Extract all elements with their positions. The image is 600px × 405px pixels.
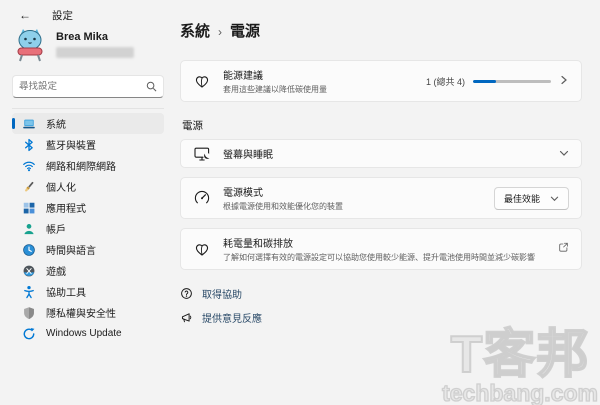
back-button[interactable]: ← [14, 6, 36, 24]
power-mode-dropdown[interactable]: 最佳效能 [493, 186, 569, 210]
breadcrumb-separator-icon: › [218, 25, 223, 39]
search-icon [146, 81, 157, 92]
dropdown-value: 最佳效能 [503, 193, 540, 204]
link-label: 取得協助 [202, 290, 242, 301]
card-subtitle: 了解如何選擇有效的電源設定可以協助您使用較少能源、提升電池使用時間並減少碳影響 [223, 253, 535, 262]
watermark-url-text: techbang.com [441, 380, 598, 405]
sidebar-item-label: 帳戶 [46, 225, 66, 236]
breadcrumb-parent[interactable]: 系統 [180, 20, 210, 41]
recommendations-count: 1 (總共 4) [425, 76, 465, 87]
wifi-icon [22, 159, 36, 173]
sidebar-item-accessibility[interactable]: 協助工具 [12, 281, 164, 302]
search-box[interactable] [12, 75, 164, 98]
give-feedback-link[interactable]: 提供意見反應 [180, 310, 262, 325]
sidebar-item-privacy-security[interactable]: 隱私權與安全性 [12, 302, 164, 323]
sidebar-item-label: 藍牙與裝置 [46, 141, 96, 152]
sidebar-item-label: 協助工具 [46, 288, 86, 299]
sidebar-item-network-internet[interactable]: 網路和網際網路 [12, 155, 164, 176]
card-title: 電源模式 [223, 188, 263, 199]
sidebar-item-label: 網路和網際網路 [46, 162, 116, 173]
monitor-moon-icon [193, 145, 211, 163]
person-icon [22, 222, 36, 236]
titlebar: ← 設定 [14, 6, 73, 24]
watermark-logo-text: T客邦 [450, 326, 590, 384]
card-subtitle: 套用這些建議以降低碳使用量 [223, 85, 327, 94]
leaf-heart-icon [193, 240, 211, 258]
shield-icon [22, 306, 36, 320]
accessibility-person-icon [22, 285, 36, 299]
clock-globe-icon [22, 243, 36, 257]
sidebar-item-label: Windows Update [46, 328, 122, 339]
update-arrows-icon [22, 327, 36, 341]
sidebar-divider [12, 108, 164, 109]
chevron-right-icon [559, 72, 569, 90]
recommendations-progress-bar [473, 79, 551, 83]
avatar [17, 29, 43, 62]
external-link-icon [557, 240, 569, 258]
sidebar-item-label: 遊戲 [46, 267, 66, 278]
sidebar-item-personalization[interactable]: 個人化 [12, 176, 164, 197]
card-title: 螢幕與睡眠 [223, 150, 273, 161]
card-title: 耗電量和碳排放 [223, 239, 293, 250]
feedback-megaphone-icon [181, 313, 192, 323]
sidebar-item-label: 個人化 [46, 183, 76, 194]
user-info: Brea Mika [56, 31, 134, 58]
power-section-label: 電源 [182, 120, 203, 132]
bluetooth-icon [22, 138, 36, 152]
sidebar-item-accounts[interactable]: 帳戶 [12, 218, 164, 239]
sidebar-item-apps[interactable]: 應用程式 [12, 197, 164, 218]
chevron-down-icon [550, 196, 559, 201]
help-circle-icon [181, 288, 192, 299]
sidebar-item-bluetooth-devices[interactable]: 藍牙與裝置 [12, 134, 164, 155]
card-title: 能源建議 [223, 71, 263, 82]
energy-carbon-card[interactable]: 耗電量和碳排放 了解如何選擇有效的電源設定可以協助您使用較少能源、提升電池使用時… [180, 228, 582, 270]
sidebar-item-label: 隱私權與安全性 [46, 309, 116, 320]
search-input[interactable] [19, 81, 146, 92]
system-icon [22, 117, 36, 131]
link-label: 提供意見反應 [202, 314, 262, 325]
main-content: 系統 › 電源 能源建議 套用這些建議以降低碳使用量 1 (總共 4) 電源 螢… [180, 20, 582, 325]
user-name: Brea Mika [56, 30, 108, 43]
power-mode-card: 電源模式 根據電源使用和效能優化您的裝置 最佳效能 [180, 177, 582, 219]
sidebar-nav: 系統 藍牙與裝置 網路和網際網路 個人化 應用程式 帳戶 時間與語言 遊戲 協助… [12, 113, 164, 344]
sidebar-item-gaming[interactable]: 遊戲 [12, 260, 164, 281]
gauge-icon [193, 189, 211, 207]
sidebar-item-windows-update[interactable]: Windows Update [12, 323, 164, 344]
chevron-down-icon [559, 145, 569, 163]
apps-grid-icon [22, 201, 36, 215]
selected-indicator [12, 118, 15, 129]
card-subtitle: 根據電源使用和效能優化您的裝置 [223, 202, 343, 211]
energy-recommendations-card[interactable]: 能源建議 套用這些建議以降低碳使用量 1 (總共 4) [180, 60, 582, 102]
leaf-heart-icon [193, 72, 211, 90]
user-profile: Brea Mika [12, 26, 164, 62]
techbang-watermark: T客邦 techbang.com [441, 326, 598, 405]
redacted-email [56, 46, 134, 58]
get-help-link[interactable]: 取得協助 [180, 286, 242, 301]
screen-sleep-card[interactable]: 螢幕與睡眠 [180, 139, 582, 168]
progress-fill [473, 79, 497, 83]
sidebar: Brea Mika 系統 藍牙與裝置 網路和網際 [12, 26, 164, 344]
paintbrush-icon [22, 180, 36, 194]
sidebar-item-label: 應用程式 [46, 204, 86, 215]
page-title: 電源 [230, 23, 261, 40]
sidebar-item-system[interactable]: 系統 [12, 113, 164, 134]
app-title: 設定 [52, 9, 73, 22]
sidebar-item-label: 時間與語言 [46, 246, 96, 257]
sidebar-item-label: 系統 [46, 120, 66, 131]
footer-links: 取得協助 提供意見反應 [180, 286, 582, 325]
back-icon: ← [19, 8, 31, 22]
breadcrumb: 系統 › 電源 [180, 20, 582, 41]
sidebar-item-time-language[interactable]: 時間與語言 [12, 239, 164, 260]
xbox-icon [22, 264, 36, 278]
